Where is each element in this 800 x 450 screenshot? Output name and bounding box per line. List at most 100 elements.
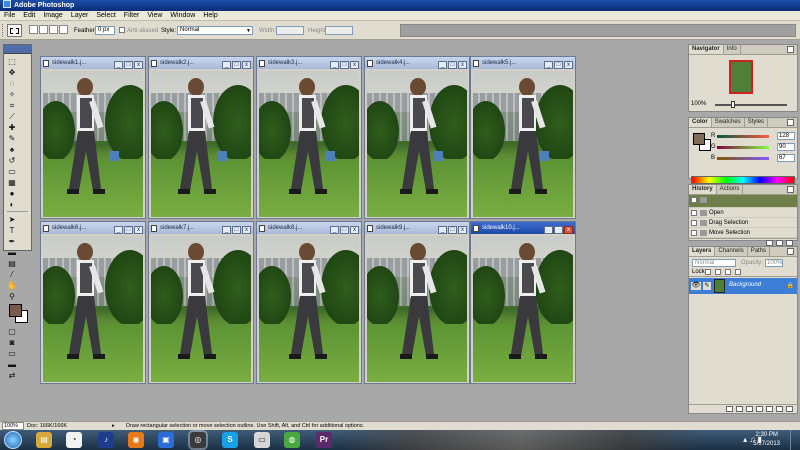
link-icon[interactable] xyxy=(726,406,733,412)
document-title-bar[interactable]: sidewalk2.j... _ □ x xyxy=(149,57,253,69)
history-snapshot[interactable] xyxy=(689,195,797,208)
move-tool-icon[interactable]: ✥ xyxy=(6,67,18,78)
tab-paths[interactable]: Paths xyxy=(748,247,771,256)
document-canvas[interactable] xyxy=(259,236,359,382)
navigator-thumbnail[interactable] xyxy=(729,60,753,94)
maximize-icon[interactable]: □ xyxy=(124,61,133,69)
history-source-box[interactable] xyxy=(691,210,697,216)
maximize-icon[interactable]: □ xyxy=(554,226,563,234)
new-layer-icon[interactable] xyxy=(776,406,783,412)
path-select-icon[interactable]: ➤ xyxy=(6,214,18,225)
close-icon[interactable]: x xyxy=(350,61,359,69)
zoom-slider-knob[interactable] xyxy=(731,101,735,108)
document-canvas[interactable] xyxy=(43,236,143,382)
foreground-color-swatch[interactable] xyxy=(9,304,22,317)
minimize-icon[interactable]: _ xyxy=(438,226,447,234)
hand-tool-icon[interactable]: ✋ xyxy=(6,280,18,291)
new-set-icon[interactable] xyxy=(756,406,763,412)
options-grip[interactable] xyxy=(2,24,5,37)
skype-icon[interactable]: S xyxy=(222,432,238,448)
shape-tool-icon[interactable]: ▬ xyxy=(6,247,18,258)
document-canvas[interactable] xyxy=(259,71,359,217)
blue-slider[interactable] xyxy=(717,157,769,160)
panel-menu-icon[interactable] xyxy=(787,119,794,126)
menu-filter[interactable]: Filter xyxy=(120,11,144,21)
document-canvas[interactable] xyxy=(473,71,573,217)
maximize-icon[interactable]: □ xyxy=(232,226,241,234)
trash-icon[interactable] xyxy=(786,406,793,412)
photoshop-taskbar-icon[interactable]: ◎ xyxy=(190,432,206,448)
maximize-icon[interactable]: □ xyxy=(554,61,563,69)
lock-paint-icon[interactable] xyxy=(715,269,721,275)
minimize-icon[interactable]: _ xyxy=(544,61,553,69)
layer-row-background[interactable]: 👁 ✎ Background 🔒 xyxy=(689,278,797,294)
document-canvas[interactable] xyxy=(151,236,251,382)
menu-edit[interactable]: Edit xyxy=(19,11,39,21)
media-icon[interactable]: ♪ xyxy=(98,432,114,448)
close-icon[interactable]: x xyxy=(134,226,143,234)
firefox-icon[interactable]: ◉ xyxy=(128,432,144,448)
brush-tool-icon[interactable]: ✎ xyxy=(6,133,18,144)
marquee-tool-icon[interactable]: ⬚ xyxy=(6,56,18,67)
app-icon[interactable]: ▭ xyxy=(254,432,270,448)
document-window[interactable]: sidewalk6.j... _ □ x xyxy=(40,221,146,384)
menu-layer[interactable]: Layer xyxy=(67,11,93,21)
red-slider[interactable] xyxy=(717,135,769,138)
document-window[interactable]: sidewalk1.j... _ □ x xyxy=(40,56,146,219)
clock[interactable]: 2:30 PM 5/17/2013 xyxy=(753,431,780,449)
menu-window[interactable]: Window xyxy=(166,11,199,21)
quickmask-mode-icon[interactable]: ◙ xyxy=(6,337,18,348)
layer-style-icon[interactable] xyxy=(736,406,743,412)
subtract-selection-button[interactable] xyxy=(49,25,58,34)
lock-all-icon[interactable] xyxy=(735,269,741,275)
layer-name[interactable]: Background xyxy=(729,282,761,288)
zoom-slider-track[interactable] xyxy=(715,104,787,106)
status-menu-arrow-icon[interactable]: ▸ xyxy=(112,422,115,430)
panel-menu-icon[interactable] xyxy=(787,248,794,255)
close-icon[interactable]: x xyxy=(242,61,251,69)
premiere-icon[interactable]: Pr xyxy=(316,432,332,448)
height-input[interactable] xyxy=(325,26,353,35)
minimize-icon[interactable]: _ xyxy=(222,226,231,234)
document-canvas[interactable] xyxy=(151,71,251,217)
adjustment-layer-icon[interactable] xyxy=(766,406,773,412)
status-zoom[interactable]: 100% xyxy=(2,422,24,430)
green-slider[interactable] xyxy=(717,146,769,149)
document-canvas[interactable] xyxy=(367,71,467,217)
document-title-bar[interactable]: sidewalk10.j... _ □ x xyxy=(471,222,575,234)
minimize-icon[interactable]: _ xyxy=(222,61,231,69)
red-value[interactable]: 128 xyxy=(777,132,795,140)
tab-info[interactable]: Info xyxy=(724,45,741,54)
close-icon[interactable]: x xyxy=(564,61,573,69)
lock-move-icon[interactable] xyxy=(725,269,731,275)
history-item[interactable]: Drag Selection xyxy=(689,218,797,228)
document-title-bar[interactable]: sidewalk1.j... _ □ x xyxy=(41,57,145,69)
pen-tool-icon[interactable]: ✒ xyxy=(6,236,18,247)
document-window[interactable]: sidewalk9.j... _ □ x xyxy=(364,221,470,384)
document-window[interactable]: sidewalk2.j... _ □ x xyxy=(148,56,254,219)
blur-tool-icon[interactable]: ● xyxy=(6,188,18,199)
intersect-selection-button[interactable] xyxy=(59,25,68,34)
tray-arrow-icon[interactable]: ▴ xyxy=(743,435,747,444)
color-spectrum-bar[interactable] xyxy=(691,176,795,184)
document-title-bar[interactable]: sidewalk3.j... _ □ x xyxy=(257,57,361,69)
healing-brush-icon[interactable]: ✚ xyxy=(6,122,18,133)
app-icon[interactable]: ▣ xyxy=(158,432,174,448)
document-window[interactable]: sidewalk10.j... _ □ x xyxy=(470,221,576,384)
document-window[interactable]: sidewalk3.j... _ □ x xyxy=(256,56,362,219)
visibility-eye-icon[interactable]: 👁 xyxy=(691,282,701,290)
slice-tool-icon[interactable]: ⟋ xyxy=(6,111,18,122)
document-title-bar[interactable]: sidewalk4.j... _ □ x xyxy=(365,57,469,69)
document-canvas[interactable] xyxy=(367,236,467,382)
eraser-tool-icon[interactable]: ▭ xyxy=(6,166,18,177)
lasso-tool-icon[interactable]: ◌ xyxy=(6,78,18,89)
eyedropper-icon[interactable]: ⁄ xyxy=(6,269,18,280)
close-icon[interactable]: x xyxy=(564,226,573,234)
document-title-bar[interactable]: sidewalk9.j... _ □ x xyxy=(365,222,469,234)
palette-well[interactable] xyxy=(400,24,796,37)
tab-history[interactable]: History xyxy=(689,185,717,194)
close-icon[interactable]: x xyxy=(134,61,143,69)
antialiased-checkbox[interactable] xyxy=(119,27,125,33)
lock-transparency-icon[interactable] xyxy=(705,269,711,275)
menu-help[interactable]: Help xyxy=(199,11,221,21)
